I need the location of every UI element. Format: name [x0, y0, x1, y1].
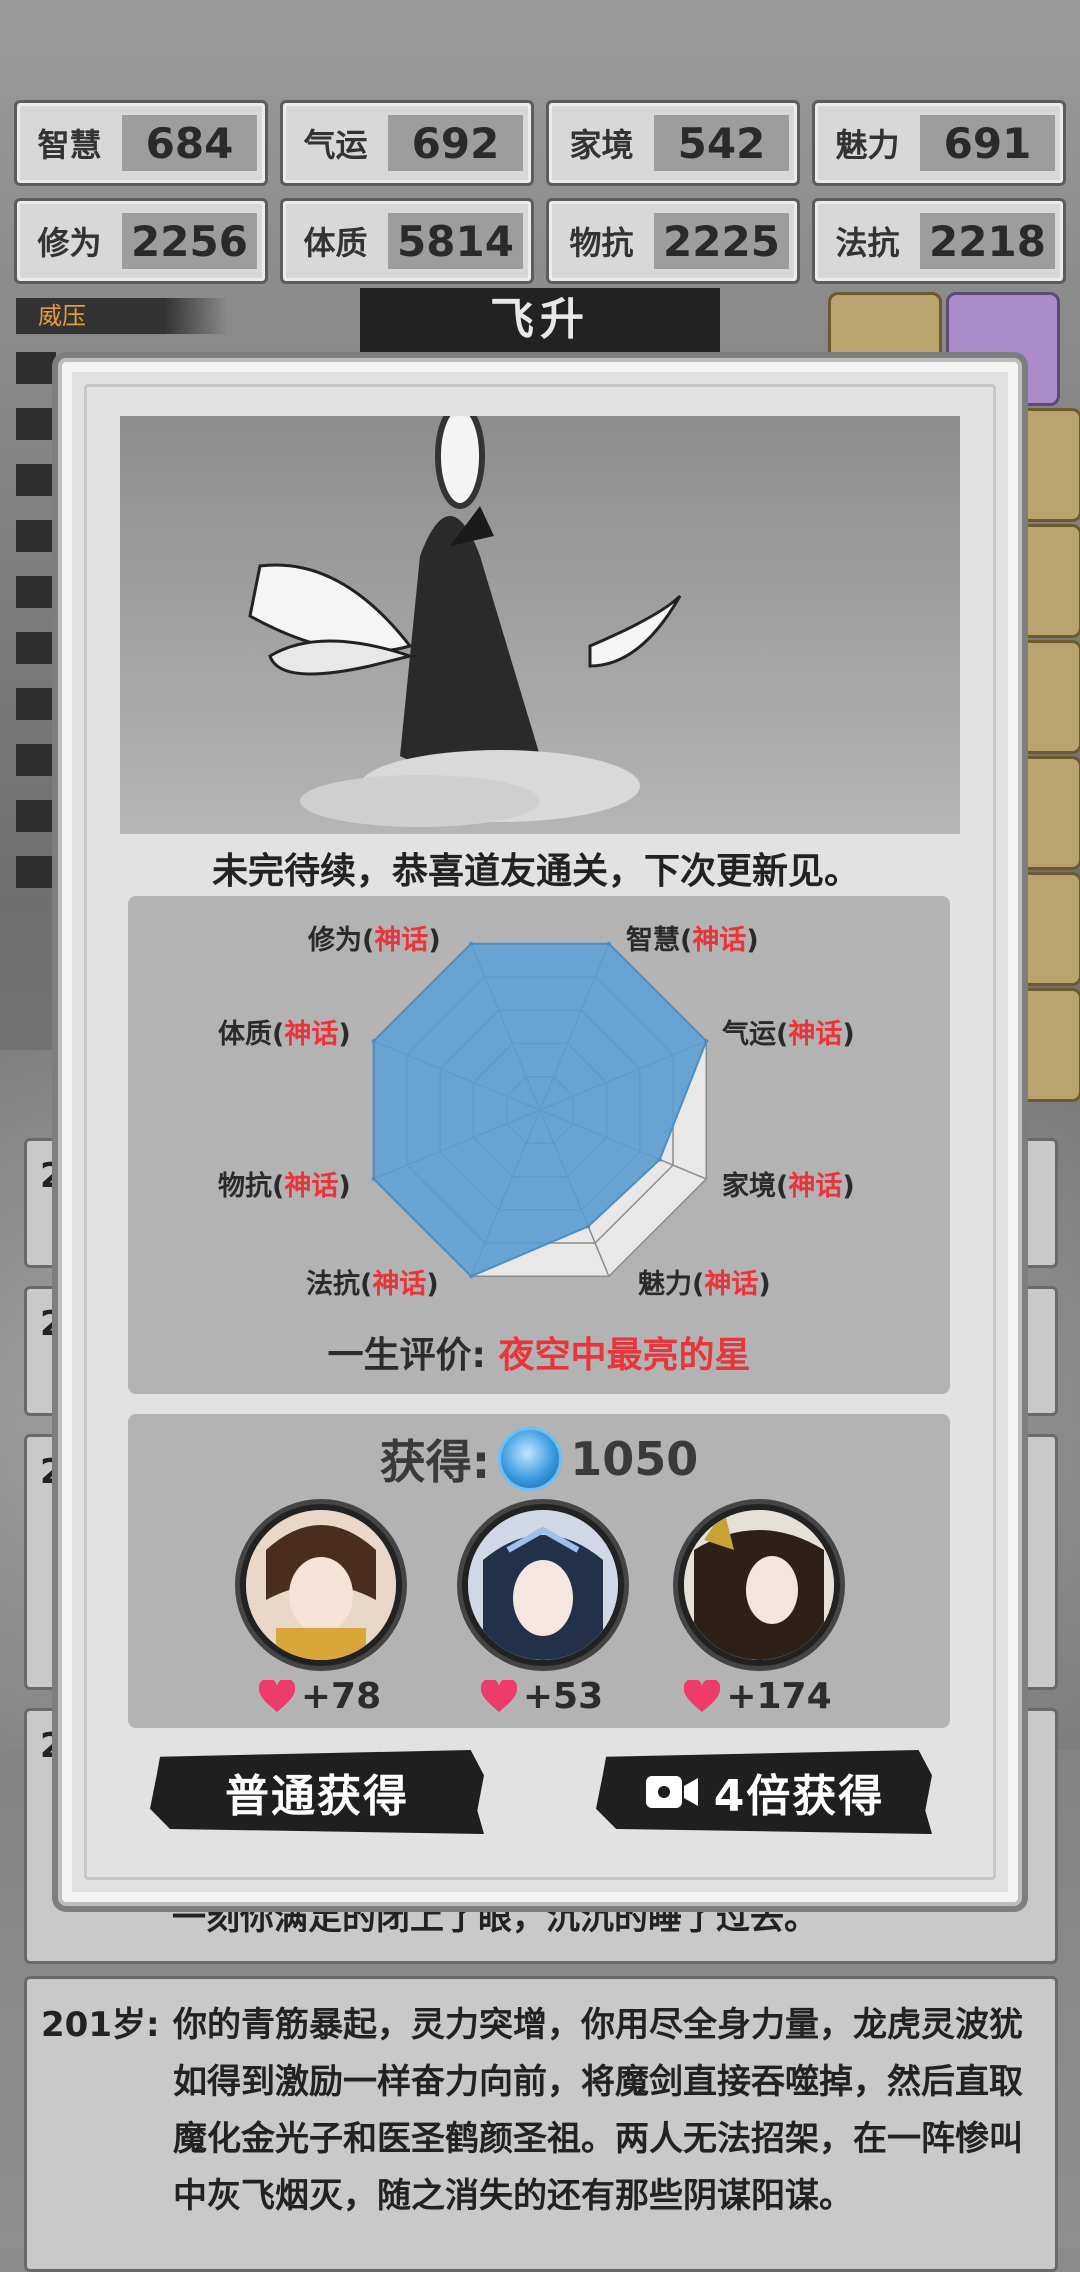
stat-physique: 体质 5814	[280, 198, 534, 284]
gain-row: 获得: 1050	[128, 1426, 950, 1492]
item-card[interactable]	[1016, 872, 1080, 986]
video-claim-button[interactable]: 4倍获得	[596, 1750, 932, 1834]
radar-label-family: 家境(神话)	[722, 1171, 855, 1202]
item-card[interactable]	[1016, 408, 1080, 522]
ascension-artwork	[120, 416, 960, 834]
favor-value: +78	[300, 1676, 382, 1717]
stat-value: 2218	[920, 213, 1055, 269]
video-camera-icon	[645, 1776, 698, 1808]
radar-label-charm: 魅力(神话)	[638, 1269, 771, 1300]
favor-value: +53	[522, 1676, 604, 1717]
stat-value: 2225	[654, 213, 789, 269]
stat-label: 家境	[569, 126, 634, 164]
stat-charm: 魅力 691	[812, 100, 1066, 186]
favor-value: +174	[726, 1676, 832, 1717]
radar-point	[469, 1274, 474, 1279]
radar-label-magic-resist: 法抗(神话)	[306, 1269, 439, 1300]
stat-value: 2256	[122, 213, 257, 269]
tag-row	[16, 352, 56, 384]
stat-label: 智慧	[37, 126, 102, 164]
stat-luck: 气运 692	[280, 100, 534, 186]
stat-value: 542	[654, 115, 789, 171]
companion-2: +53	[462, 1504, 624, 1717]
tag-row	[16, 856, 56, 888]
completion-message: 未完待续，恭喜道友通关，下次更新见。	[211, 851, 860, 892]
spirit-stone-icon	[498, 1427, 563, 1491]
favor-row: +174	[678, 1676, 838, 1717]
tag-row	[16, 688, 56, 720]
stat-value: 691	[920, 115, 1055, 171]
stat-phys-resist: 物抗 2225	[546, 198, 800, 284]
stat-label: 魅力	[835, 126, 900, 164]
tag-row	[16, 464, 56, 496]
tag-row	[16, 520, 56, 552]
stat-label: 气运	[303, 126, 368, 164]
companion-1: +78	[240, 1504, 402, 1717]
radar-label-phys-resist: 物抗(神话)	[218, 1171, 351, 1202]
radar-panel: 修为(神话) 智慧(神话) 气运(神话) 家境(神话) 魅力(神话) 法抗(神话…	[128, 896, 950, 1394]
heart-icon	[684, 1679, 721, 1712]
gain-label: 获得:	[379, 1435, 491, 1489]
tag-row	[16, 744, 56, 776]
log-age: 201岁:	[41, 2005, 160, 2045]
stat-grid: 智慧 684 气运 692 家境 542 魅力 691 修为 2256 体质 5814 物抗…	[14, 100, 1066, 284]
stat-label: 修为	[37, 224, 102, 262]
stat-label: 体质	[303, 224, 368, 262]
radar-label-physique: 体质(神话)	[218, 1019, 351, 1050]
stat-magic-resist: 法抗 2218	[812, 198, 1066, 284]
radar-point	[371, 1039, 376, 1044]
eval-value: 夜空中最亮的星	[498, 1335, 751, 1376]
gain-amount: 1050	[570, 1432, 699, 1486]
ascension-banner: 飞升	[360, 288, 720, 352]
item-card[interactable]	[1016, 524, 1080, 638]
favor-row: +53	[462, 1676, 622, 1717]
log-text: 你的青筋暴起，灵力突增，你用尽全身力量，龙虎灵波犹如得到激励一样奋力向前，将魔剑…	[173, 2005, 1023, 2216]
radar-point	[657, 1157, 662, 1162]
normal-claim-button[interactable]: 普通获得	[150, 1750, 484, 1834]
life-evaluation: 一生评价: 夜空中最亮的星	[128, 1326, 950, 1378]
radar-point	[371, 1176, 376, 1181]
companion-avatar	[462, 1504, 624, 1666]
radar-point	[606, 941, 611, 946]
item-card[interactable]	[1016, 640, 1080, 754]
companion-3: +174	[678, 1504, 840, 1717]
item-card[interactable]	[1016, 756, 1080, 870]
stat-family: 家境 542	[546, 100, 800, 186]
heart-icon	[258, 1679, 295, 1712]
tag-row	[16, 408, 56, 440]
tag-row	[16, 632, 56, 664]
stat-value: 5814	[388, 213, 523, 269]
stat-value: 692	[388, 115, 523, 171]
item-card[interactable]	[1016, 988, 1080, 1102]
stat-label: 法抗	[835, 224, 900, 262]
normal-claim-label: 普通获得	[225, 1771, 409, 1822]
pressure-tag: 威压	[16, 298, 228, 334]
radar-point	[586, 1224, 591, 1229]
life-log-entry: 201岁: 你的青筋暴起，灵力突增，你用尽全身力量，龙虎灵波犹如得到激励一样奋力…	[24, 1976, 1058, 2272]
video-claim-label: 4倍获得	[713, 1771, 885, 1822]
radar-chart	[371, 941, 709, 1279]
companion-avatar	[678, 1504, 840, 1666]
tag-row	[16, 576, 56, 608]
stat-wisdom: 智慧 684	[14, 100, 268, 186]
radar-label-wisdom: 智慧(神话)	[626, 925, 759, 956]
stat-value: 684	[122, 115, 257, 171]
radar-point	[469, 941, 474, 946]
radar-label-cultivation: 修为(神话)	[308, 925, 441, 956]
companion-avatar	[240, 1504, 402, 1666]
radar-point	[704, 1039, 709, 1044]
heart-icon	[480, 1679, 517, 1712]
radar-label-luck: 气运(神话)	[722, 1019, 855, 1050]
tag-row	[16, 800, 56, 832]
stat-label: 物抗	[569, 224, 634, 262]
eval-label: 一生评价:	[327, 1335, 486, 1376]
stat-cultivation: 修为 2256	[14, 198, 268, 284]
reward-panel: 获得: 1050 +78 +53 +174	[128, 1414, 950, 1728]
favor-row: +78	[240, 1676, 400, 1717]
